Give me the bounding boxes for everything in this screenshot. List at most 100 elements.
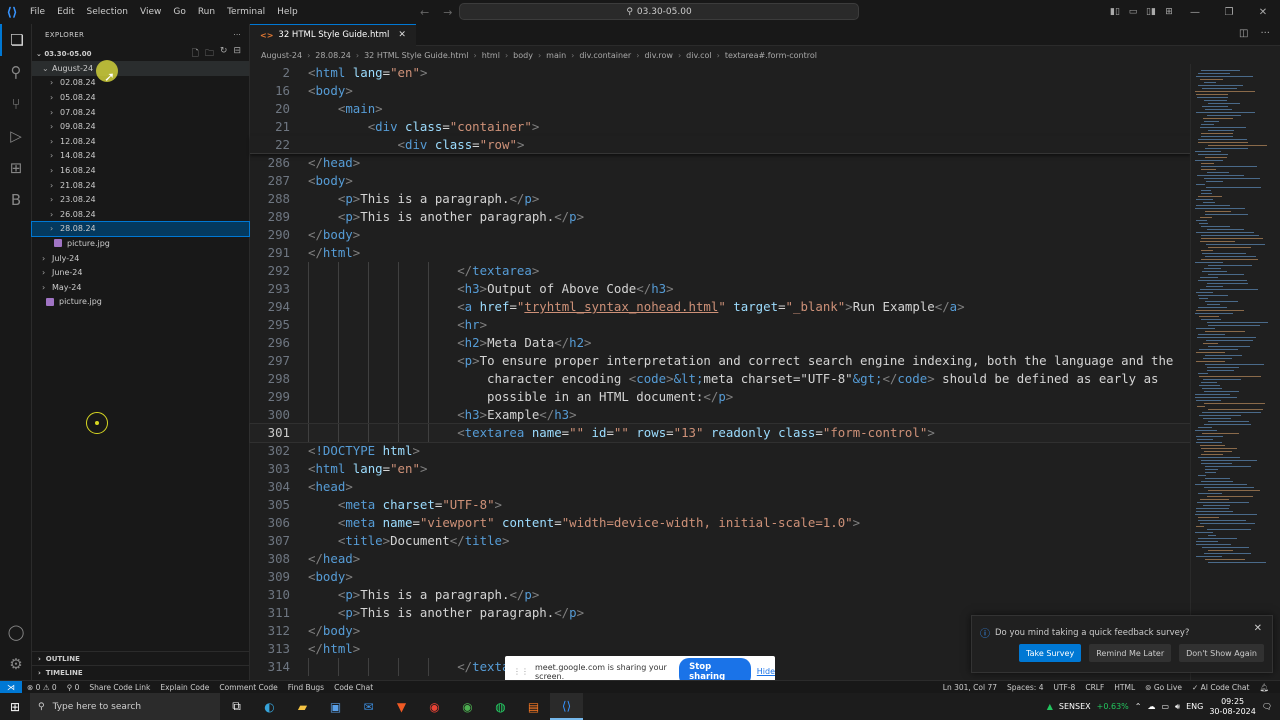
menu-file[interactable]: File [24, 0, 51, 24]
share-code-link[interactable]: Share Code Link [84, 683, 155, 692]
tree-folder-item[interactable]: ⌄ August-24 [32, 61, 249, 76]
breadcrumb-item[interactable]: div.container [579, 51, 631, 60]
take-survey-button[interactable]: Take Survey [1019, 644, 1082, 662]
remote-indicator-icon[interactable]: ⋊ [0, 680, 22, 694]
menu-run[interactable]: Run [192, 0, 221, 24]
breadcrumb-item[interactable]: div.col [686, 51, 711, 60]
close-window-button[interactable]: ✕ [1246, 7, 1280, 18]
tree-folder-item[interactable]: › 12.08.24 [32, 134, 249, 149]
find-bugs[interactable]: Find Bugs [283, 683, 329, 692]
menu-view[interactable]: View [134, 0, 167, 24]
new-file-icon[interactable]: 🗋 [192, 46, 199, 62]
extension-b-icon[interactable]: B [0, 184, 32, 216]
command-center-search[interactable]: ⚲ 03.30-05.00 [459, 3, 859, 20]
menu-selection[interactable]: Selection [81, 0, 134, 24]
breadcrumb-item[interactable]: main [546, 51, 566, 60]
code-chat[interactable]: Code Chat [329, 683, 378, 692]
ai-code-chat[interactable]: ✓ AI Code Chat [1187, 683, 1255, 692]
tree-file-item[interactable]: picture.jpg [32, 295, 249, 310]
search-icon[interactable]: ⚲ [0, 56, 32, 88]
menu-edit[interactable]: Edit [51, 0, 80, 24]
menu-help[interactable]: Help [271, 0, 304, 24]
tree-folder-item[interactable]: › May-24 [32, 280, 249, 295]
breadcrumb-item[interactable]: body [513, 51, 533, 60]
breadcrumb-item[interactable]: div.row [644, 51, 673, 60]
language-indicator[interactable]: ENG [1186, 702, 1203, 711]
windows-start-icon[interactable]: ⊞ [0, 693, 30, 720]
tree-folder-item[interactable]: › 02.08.24 [32, 76, 249, 91]
taskbar-search[interactable]: ⚲ Type here to search [30, 693, 220, 720]
tree-folder-item[interactable]: › 14.08.24 [32, 149, 249, 164]
network-icon[interactable]: ▭ [1161, 702, 1169, 711]
tree-folder-item[interactable]: › 23.08.24 [32, 192, 249, 207]
line-ending[interactable]: CRLF [1080, 683, 1109, 692]
menu-go[interactable]: Go [167, 0, 191, 24]
breadcrumb-item[interactable]: html [482, 51, 500, 60]
tree-folder-item[interactable]: › 21.08.24 [32, 178, 249, 193]
tray-chevron-icon[interactable]: ⌃ [1135, 702, 1142, 711]
workspace-folder[interactable]: ⌄ 03.30-05.00 🗋 🗀 ↻ ⊟ [32, 46, 249, 61]
new-folder-icon[interactable]: 🗀 [205, 46, 214, 62]
close-notification-icon[interactable]: ✕ [1254, 623, 1262, 634]
brave-browser-icon[interactable]: ▼ [385, 693, 418, 720]
chrome-icon[interactable]: ◉ [418, 693, 451, 720]
tree-folder-item[interactable]: › July-24 [32, 251, 249, 266]
timeline-section[interactable]: › TIMELINE [32, 665, 250, 680]
dont-show-again-button[interactable]: Don't Show Again [1179, 644, 1264, 662]
task-view-icon[interactable]: ⧉ [220, 693, 253, 720]
tree-folder-item[interactable]: › 07.08.24 [32, 105, 249, 120]
collapse-all-icon[interactable]: ⊟ [233, 46, 241, 62]
chrome-profile-icon[interactable]: ◉ [451, 693, 484, 720]
whatsapp-icon[interactable]: ◍ [484, 693, 517, 720]
hide-button[interactable]: Hide [757, 667, 775, 676]
explorer-icon[interactable]: ❏ [0, 24, 32, 56]
volume-icon[interactable]: 🔊︎ [1175, 702, 1180, 712]
drag-handle-icon[interactable]: ⋮⋮ [513, 667, 529, 676]
mail-icon[interactable]: ✉ [352, 693, 385, 720]
go-live[interactable]: ⊚ Go Live [1140, 683, 1187, 692]
notification-center-icon[interactable]: 🗨︎ [1262, 702, 1272, 711]
forward-arrow-icon[interactable]: → [443, 6, 452, 19]
outline-section[interactable]: › OUTLINE [32, 651, 250, 666]
more-actions-icon[interactable]: ··· [233, 31, 241, 39]
source-control-icon[interactable]: ⑂ [0, 88, 32, 120]
vscode-taskbar-icon[interactable]: ⟨⟩ [550, 693, 583, 720]
code-editor[interactable]: 2 <html lang="en"> 16 <body> 20 <main> 21 <di… [249, 64, 1191, 680]
explain-code[interactable]: Explain Code [155, 683, 214, 692]
notifications-bell-icon[interactable]: 🔔︎ [1254, 683, 1274, 692]
tree-folder-item[interactable]: › June-24 [32, 265, 249, 280]
encoding[interactable]: UTF-8 [1048, 683, 1080, 692]
clock[interactable]: 09:25 30-08-2024 [1209, 697, 1256, 717]
back-arrow-icon[interactable]: ← [420, 6, 429, 19]
settings-gear-icon[interactable]: ⚙ [0, 648, 32, 680]
tree-folder-item[interactable]: › 28.08.24 [31, 220, 250, 238]
editor-more-icon[interactable]: ··· [1260, 28, 1270, 39]
editor-tab-active[interactable]: <> 32 HTML Style Guide.html ✕ [250, 23, 416, 46]
file-explorer-icon[interactable]: ▰ [286, 693, 319, 720]
account-icon[interactable]: ◯ [0, 616, 32, 648]
tree-file-item[interactable]: picture.jpg [32, 236, 249, 251]
remind-later-button[interactable]: Remind Me Later [1089, 644, 1172, 662]
menu-terminal[interactable]: Terminal [221, 0, 271, 24]
toggle-secondary-sidebar-icon[interactable]: ▯▮ [1142, 7, 1160, 17]
split-editor-icon[interactable]: ◫ [1239, 28, 1248, 39]
restore-button[interactable]: ❐ [1212, 7, 1246, 18]
tree-folder-item[interactable]: › 09.08.24 [32, 119, 249, 134]
comment-code[interactable]: Comment Code [214, 683, 282, 692]
sublime-icon[interactable]: ▤ [517, 693, 550, 720]
breadcrumb-item[interactable]: 32 HTML Style Guide.html [364, 51, 468, 60]
breadcrumb-item[interactable]: August-24 [261, 51, 302, 60]
store-icon[interactable]: ▣ [319, 693, 352, 720]
run-debug-icon[interactable]: ▷ [0, 120, 32, 152]
tree-folder-item[interactable]: › 26.08.24 [32, 207, 249, 222]
indentation[interactable]: Spaces: 4 [1002, 683, 1048, 692]
edge-browser-icon[interactable]: ◐ [253, 693, 286, 720]
language-mode[interactable]: HTML [1109, 683, 1140, 692]
tree-folder-item[interactable]: › 05.08.24 [32, 90, 249, 105]
toggle-sidebar-icon[interactable]: ▮▯ [1106, 7, 1124, 17]
toggle-panel-icon[interactable]: ▭ [1124, 7, 1142, 17]
minimap[interactable] [1190, 64, 1280, 680]
refresh-icon[interactable]: ↻ [220, 46, 228, 62]
problems-indicator[interactable]: ⊗ 0 ⚠ 0 [22, 683, 62, 692]
breadcrumb-item[interactable]: textarea#.form-control [725, 51, 817, 60]
